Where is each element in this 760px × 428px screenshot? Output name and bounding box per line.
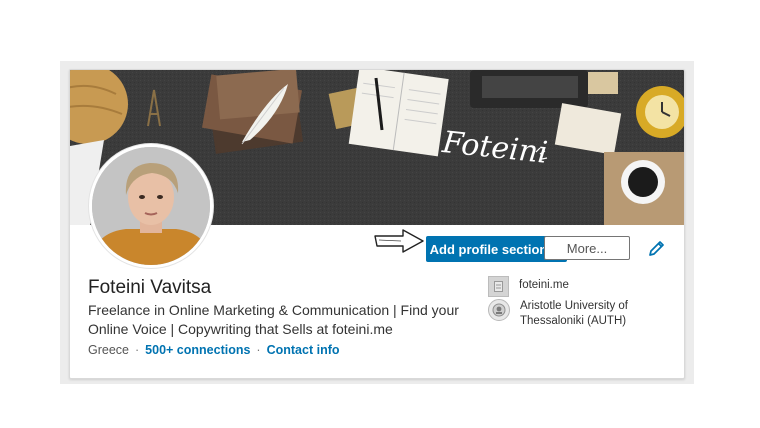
website-label: foteini.me <box>519 279 569 291</box>
education-item[interactable]: Aristotle University of Thessaloniki (AU… <box>488 299 640 329</box>
avatar-photo <box>92 147 210 265</box>
open-notebook-illustration <box>348 70 449 157</box>
add-profile-section-label: Add profile section <box>429 241 548 257</box>
education-label: Aristotle University of Thessaloniki (AU… <box>520 300 629 327</box>
profile-location: Greece <box>88 343 129 357</box>
university-seal-icon <box>488 299 510 321</box>
website-item[interactable]: foteini.me <box>488 276 569 297</box>
profile-headline: Freelance in Online Marketing & Communic… <box>88 302 459 337</box>
contact-info-link[interactable]: Contact info <box>267 343 340 357</box>
connections-link[interactable]: 500+ connections <box>145 343 250 357</box>
website-icon <box>488 276 509 297</box>
stamp-illustration <box>588 72 618 94</box>
arrow-pointer-icon <box>374 229 424 253</box>
meta-separator: · <box>256 343 261 357</box>
more-button[interactable]: More... <box>544 236 630 260</box>
profile-avatar[interactable] <box>89 144 213 268</box>
meta-separator: · <box>135 343 140 357</box>
pencil-icon[interactable] <box>647 240 665 258</box>
books-illustration <box>202 70 304 154</box>
profile-meta: Greece · 500+ connections · Contact info <box>88 343 340 357</box>
profile-card: Foteini Add profile section More... Fote… <box>69 69 685 379</box>
profile-name: Foteini Vavitsa <box>88 277 212 298</box>
